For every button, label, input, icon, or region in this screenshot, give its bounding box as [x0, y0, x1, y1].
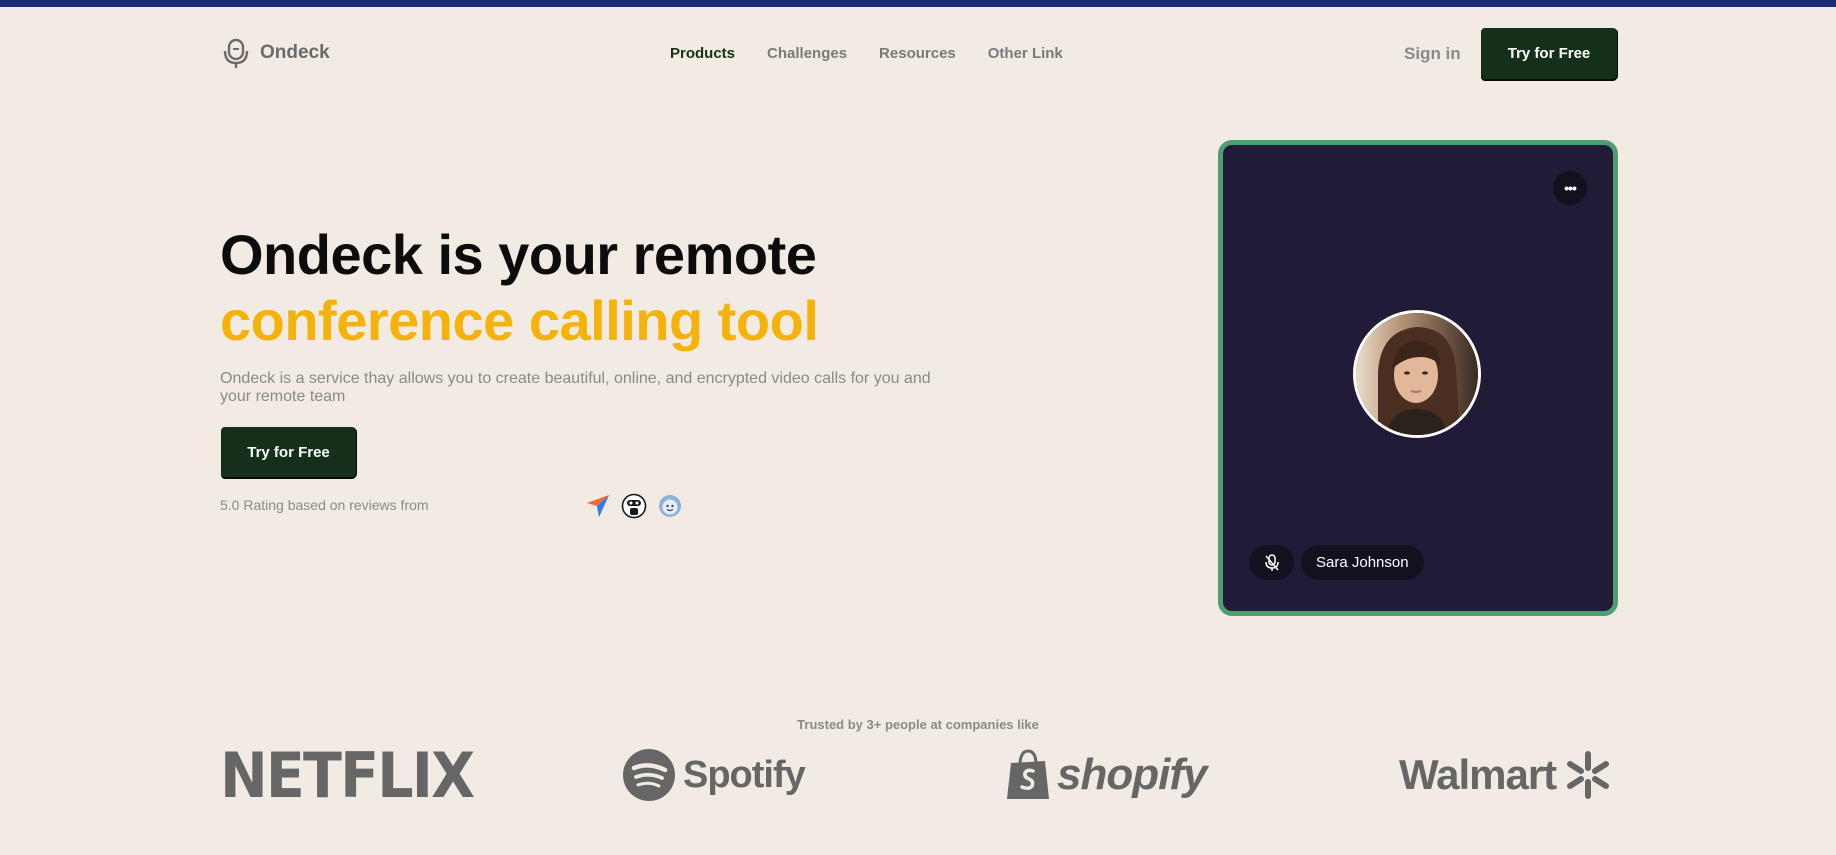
hero-title-line2: conference calling tool	[220, 289, 819, 352]
top-navigation: Ondeck Products Challenges Resources Oth…	[0, 7, 1836, 99]
shopify-wordmark: shopify	[1057, 750, 1207, 799]
robot-face-icon	[621, 493, 647, 519]
spotify-icon	[623, 749, 675, 801]
nav-links: Products Challenges Resources Other Link	[670, 45, 1063, 62]
hero-title-line1: Ondeck is your remote	[220, 223, 817, 286]
walmart-wordmark: Walmart	[1399, 751, 1557, 798]
smiley-face-icon	[657, 493, 683, 519]
top-accent-strip	[0, 0, 1836, 7]
walmart-spark-icon	[1567, 751, 1610, 799]
review-logos	[585, 493, 683, 519]
nav-link-products[interactable]: Products	[670, 45, 735, 62]
spotify-logo: Spotify	[623, 744, 806, 806]
more-dots-icon: •••	[1564, 180, 1577, 196]
hero-title: Ondeck is your remote conference calling…	[220, 222, 819, 354]
mic-off-icon	[1264, 553, 1279, 571]
nav-try-free-button[interactable]: Try for Free	[1481, 28, 1617, 79]
sign-in-link[interactable]: Sign in	[1404, 44, 1461, 64]
netflix-wordmark: NETFLIX	[220, 738, 475, 812]
nav-link-other[interactable]: Other Link	[988, 45, 1063, 62]
hero-try-free-button[interactable]: Try for Free	[221, 427, 356, 477]
nav-link-resources[interactable]: Resources	[879, 45, 956, 62]
paper-plane-icon	[585, 493, 611, 519]
more-options-button[interactable]: •••	[1553, 171, 1587, 205]
participant-name-chip: Sara Johnson	[1301, 545, 1424, 580]
hero-subtitle: Ondeck is a service thay allows you to c…	[220, 370, 931, 405]
shopify-bag-icon	[1007, 749, 1049, 799]
trusted-text: Trusted by 3+ people at companies like	[797, 717, 1039, 732]
logo-text: Ondeck	[260, 42, 330, 63]
video-call-card: ••• Sara Johnson	[1218, 140, 1618, 616]
rating-text: 5.0 Rating based on reviews from	[220, 497, 429, 513]
shopify-logo: shopify	[1005, 744, 1207, 806]
spotify-wordmark: Spotify	[683, 753, 806, 796]
nav-link-challenges[interactable]: Challenges	[767, 45, 847, 62]
walmart-logo: Walmart	[1399, 744, 1612, 806]
participant-avatar	[1353, 310, 1481, 438]
mute-microphone-button[interactable]	[1249, 545, 1294, 580]
microphone-icon	[223, 38, 249, 68]
netflix-logo: NETFLIX	[220, 739, 475, 812]
brand-logo[interactable]: Ondeck	[222, 37, 330, 69]
